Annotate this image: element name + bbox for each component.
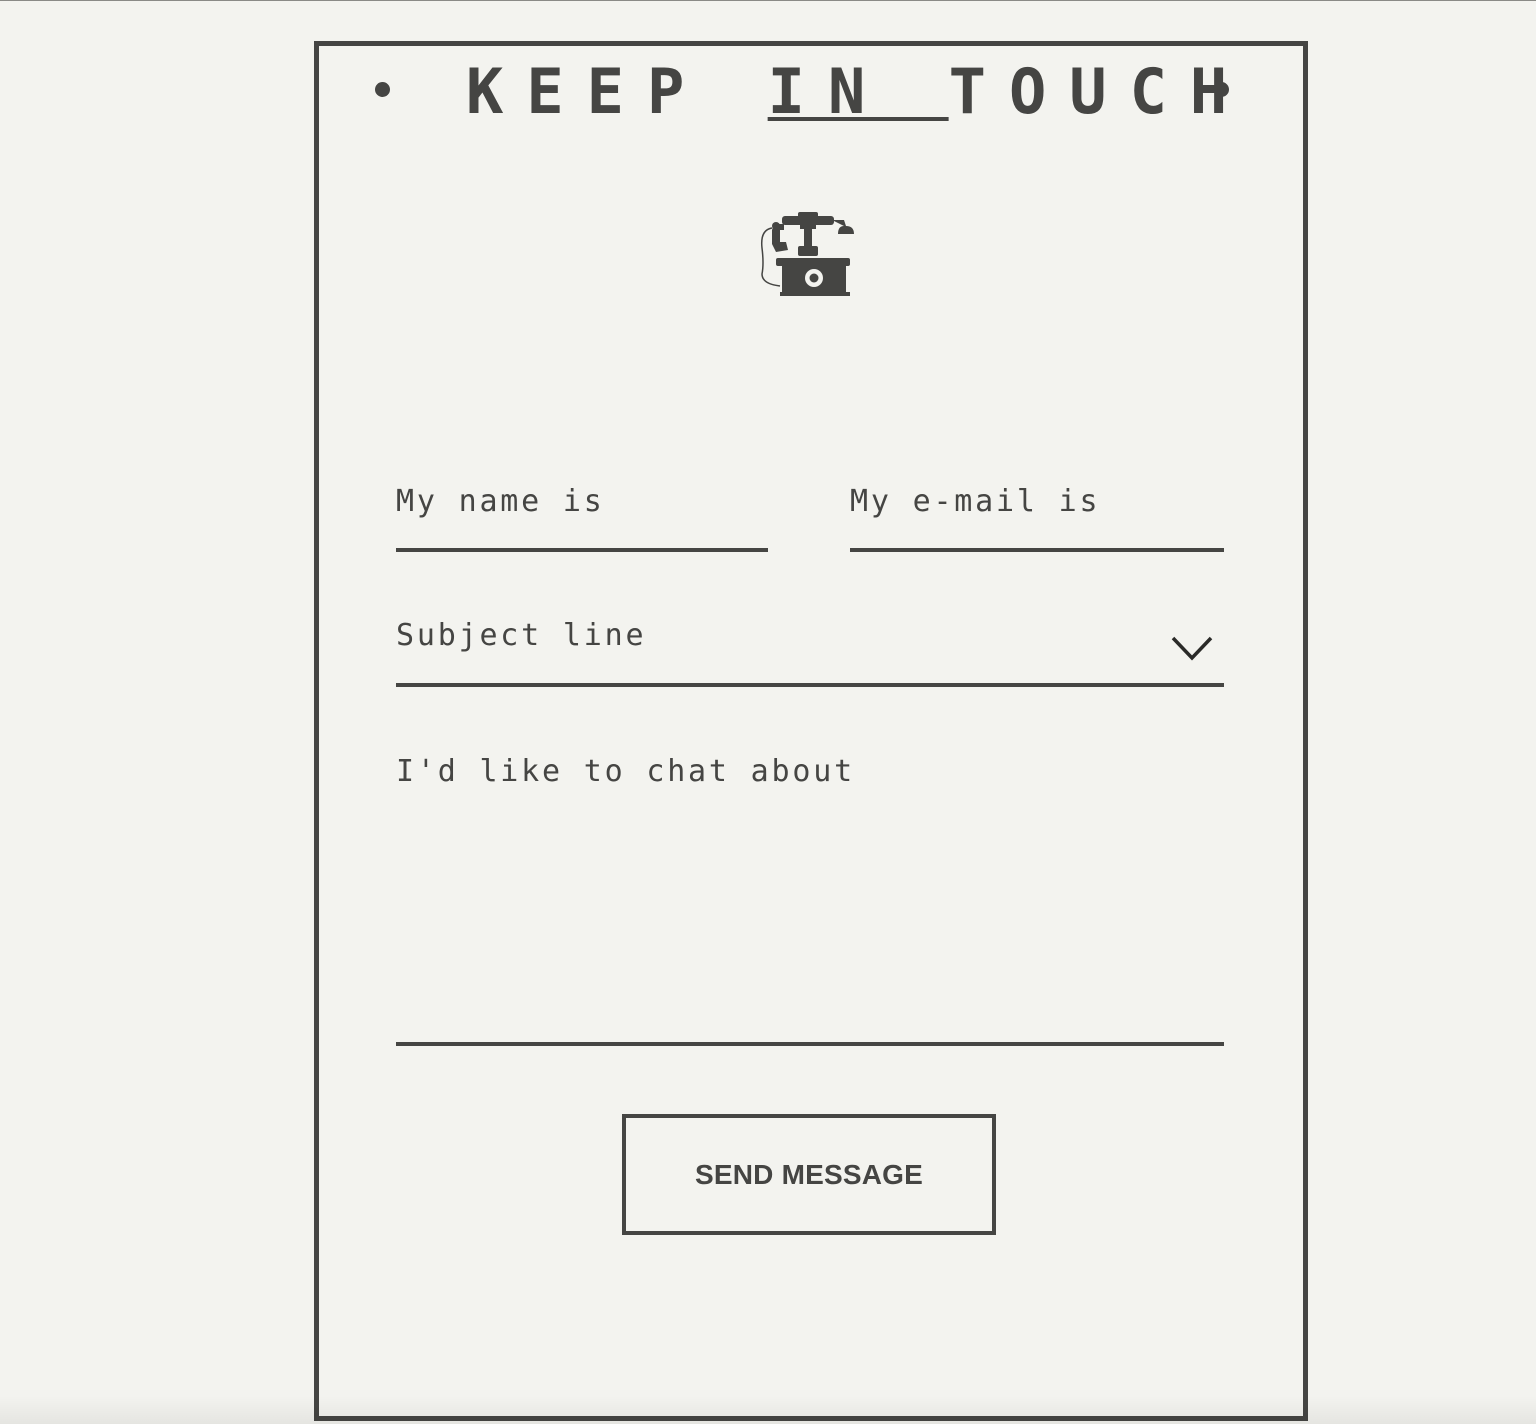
subject-select[interactable]: Subject line bbox=[396, 616, 646, 656]
name-field[interactable]: My name is bbox=[396, 482, 605, 522]
email-field-underline bbox=[850, 548, 1224, 552]
chevron-down-icon[interactable] bbox=[1168, 630, 1216, 666]
subject-select-underline bbox=[396, 683, 1224, 687]
title-touch: TOUCH bbox=[948, 55, 1251, 128]
message-textarea-underline bbox=[396, 1042, 1224, 1046]
send-message-button[interactable]: SEND MESSAGE bbox=[622, 1114, 996, 1235]
name-field-underline bbox=[396, 548, 768, 552]
page-title: KEEP IN TOUCH bbox=[466, 52, 1250, 132]
title-keep: KEEP bbox=[466, 55, 768, 128]
message-textarea[interactable]: I'd like to chat about bbox=[396, 752, 855, 792]
send-message-label: SEND MESSAGE bbox=[695, 1158, 923, 1190]
vintage-telephone-icon bbox=[760, 212, 854, 296]
email-field[interactable]: My e-mail is bbox=[850, 482, 1100, 522]
title-bullet-left bbox=[375, 82, 390, 97]
title-in: IN bbox=[767, 55, 949, 128]
bottom-shade bbox=[0, 1396, 1536, 1424]
top-rule bbox=[0, 0, 1536, 1]
